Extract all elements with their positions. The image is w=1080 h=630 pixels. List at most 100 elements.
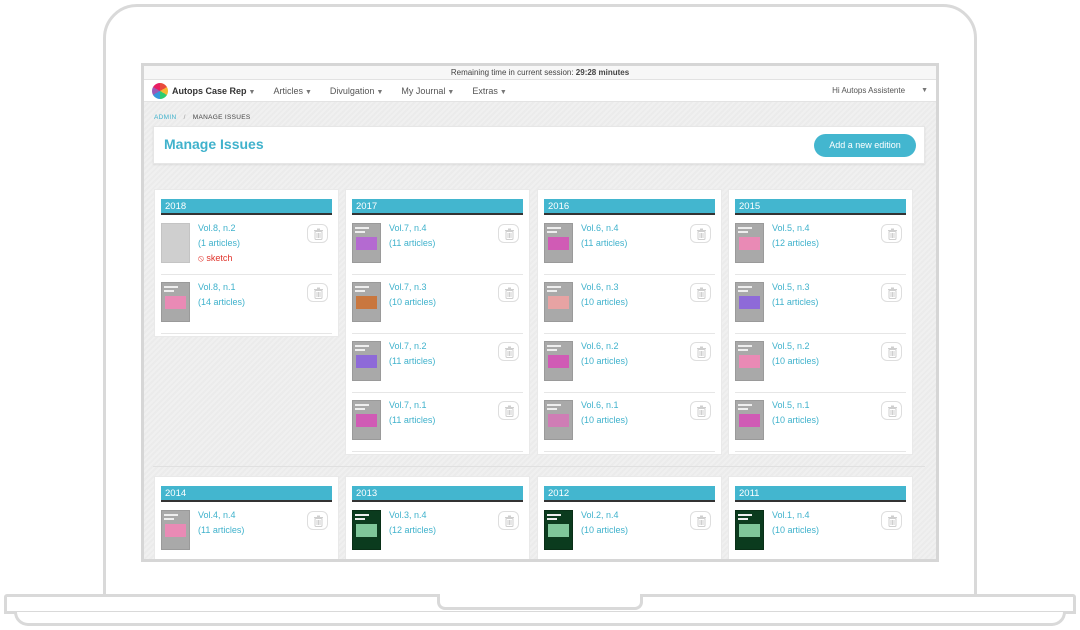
issue-title-link[interactable]: Vol.5, n.4 [772,223,810,233]
delete-issue-button[interactable] [690,401,711,420]
year-header: 2014 [161,486,332,502]
issue-divider [735,274,906,275]
issue-item: Vol.6, n.2 (10 articles) [544,335,715,393]
issue-cover-image[interactable] [735,341,764,381]
delete-issue-button[interactable] [690,511,711,530]
issue-cover-image[interactable] [161,282,190,322]
cover-band [739,296,760,309]
delete-issue-button[interactable] [690,283,711,302]
issue-article-count[interactable]: (12 articles) [389,525,436,535]
nav-extras[interactable]: Extras ▼ [472,86,506,96]
issue-title-link[interactable]: Vol.6, n.4 [581,223,619,233]
issue-cover-image[interactable] [352,223,381,263]
nav-my-journal[interactable]: My Journal ▼ [401,86,454,96]
delete-issue-button[interactable] [498,511,519,530]
issue-article-count[interactable]: (11 articles) [581,238,627,248]
brand-menu[interactable]: Autops Case Rep ▼ [172,86,255,96]
issue-item: Vol.3, n.4 (12 articles) [352,504,523,559]
issue-title-link[interactable]: Vol.6, n.1 [581,400,619,410]
year-header: 2012 [544,486,715,502]
brand-label: Autops Case Rep [172,85,247,96]
issue-title-link[interactable]: Vol.5, n.2 [772,341,810,351]
issue-cover-image[interactable] [352,510,381,550]
issue-cover-image[interactable] [544,400,573,440]
user-menu[interactable]: Hi Autops Assistente [832,86,905,95]
issue-cover-image[interactable] [161,223,190,263]
delete-issue-button[interactable] [498,401,519,420]
year-card: 2013 Vol.3, n.4 (12 articles) [345,476,530,559]
delete-issue-button[interactable] [498,224,519,243]
issue-article-count[interactable]: (11 articles) [389,356,435,366]
delete-issue-button[interactable] [307,283,328,302]
nav-articles[interactable]: Articles ▼ [273,86,311,96]
delete-issue-button[interactable] [881,511,902,530]
issue-title-link[interactable]: Vol.2, n.4 [581,510,619,520]
issue-title-link[interactable]: Vol.1, n.4 [772,510,810,520]
laptop-foot [14,612,1066,626]
issue-article-count[interactable]: (10 articles) [581,356,628,366]
issue-title-link[interactable]: Vol.5, n.1 [772,400,810,410]
issue-title-link[interactable]: Vol.4, n.4 [198,510,236,520]
year-header: 2013 [352,486,523,502]
issue-article-count[interactable]: (14 articles) [198,297,245,307]
cover-hdr2 [355,408,365,410]
issue-cover-image[interactable] [352,341,381,381]
issue-cover-image[interactable] [735,510,764,550]
issue-title-link[interactable]: Vol.6, n.2 [581,341,619,351]
delete-issue-button[interactable] [498,283,519,302]
issue-cover-image[interactable] [352,400,381,440]
issue-title-link[interactable]: Vol.6, n.3 [581,282,619,292]
breadcrumb-current: MANAGE ISSUES [192,114,251,121]
nav-divulgation[interactable]: Divulgation ▼ [330,86,383,96]
issue-title-link[interactable]: Vol.7, n.1 [389,400,427,410]
cover-hdr2 [547,408,557,410]
user-menu-chevron-icon[interactable]: ▼ [921,87,928,94]
issue-title-link[interactable]: Vol.3, n.4 [389,510,427,520]
cover-hdr2 [738,349,748,351]
delete-issue-button[interactable] [881,283,902,302]
issue-article-count[interactable]: (10 articles) [772,356,819,366]
add-edition-button[interactable]: Add a new edition [814,134,916,157]
session-bar: Remaining time in current session: 29:28… [144,66,936,80]
delete-issue-button[interactable] [307,511,328,530]
issue-article-count[interactable]: (11 articles) [772,297,818,307]
issue-cover-image[interactable] [735,400,764,440]
issue-title-link[interactable]: Vol.5, n.3 [772,282,810,292]
issue-article-count[interactable]: (11 articles) [389,415,435,425]
issue-article-count[interactable]: (10 articles) [772,415,819,425]
issue-article-count[interactable]: (10 articles) [581,297,628,307]
issue-article-count[interactable]: (10 articles) [581,525,628,535]
issue-article-count[interactable]: (10 articles) [581,415,628,425]
issue-divider [735,561,906,562]
issue-title-link[interactable]: Vol.7, n.3 [389,282,427,292]
issue-article-count[interactable]: (10 articles) [772,525,819,535]
issue-cover-image[interactable] [544,223,573,263]
issue-article-count[interactable]: (12 articles) [772,238,819,248]
issue-cover-image[interactable] [735,282,764,322]
issue-cover-image[interactable] [161,510,190,550]
delete-issue-button[interactable] [307,224,328,243]
issue-article-count[interactable]: (10 articles) [389,297,436,307]
delete-issue-button[interactable] [881,342,902,361]
issue-article-count[interactable]: (1 articles) [198,238,240,248]
delete-issue-button[interactable] [498,342,519,361]
issue-cover-image[interactable] [352,282,381,322]
issue-title-link[interactable]: Vol.7, n.2 [389,341,427,351]
cover-hdr2 [738,231,748,233]
issue-article-count[interactable]: (11 articles) [389,238,435,248]
delete-issue-button[interactable] [881,401,902,420]
issue-cover-image[interactable] [735,223,764,263]
issue-cover-image[interactable] [544,282,573,322]
issue-title-link[interactable]: Vol.7, n.4 [389,223,427,233]
issue-cover-image[interactable] [544,510,573,550]
delete-issue-button[interactable] [881,224,902,243]
issue-article-count[interactable]: (11 articles) [198,525,244,535]
issue-cover-image[interactable] [544,341,573,381]
issue-title-link[interactable]: Vol.8, n.2 [198,223,236,233]
cover-hdr [164,286,178,288]
delete-issue-button[interactable] [690,224,711,243]
issue-title-link[interactable]: Vol.8, n.1 [198,282,236,292]
brand-logo-icon[interactable] [152,82,168,99]
delete-issue-button[interactable] [690,342,711,361]
breadcrumb-admin[interactable]: ADMIN [154,114,176,121]
